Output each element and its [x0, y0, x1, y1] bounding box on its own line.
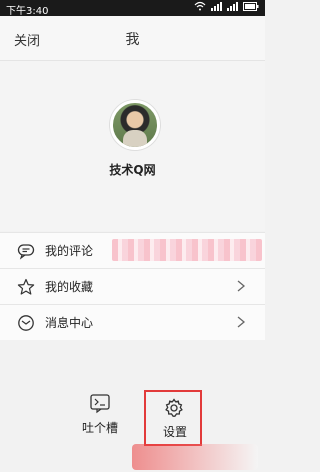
feedback-icon — [90, 394, 110, 414]
redaction-blur — [112, 239, 262, 261]
page-title: 我 — [125, 32, 140, 48]
star-icon — [17, 278, 35, 295]
settings-label: 设置 — [162, 425, 187, 439]
watermark — [132, 444, 258, 470]
signal-icon-2 — [227, 1, 238, 11]
menu-item-comments[interactable]: 我的评论 — [0, 233, 265, 269]
menu-item-label: 我的评论 — [45, 244, 94, 258]
bottom-actions: 吐个槽 设置 — [0, 340, 265, 472]
username: 技术Q网 — [109, 163, 156, 177]
menu-item-label: 我的收藏 — [45, 280, 94, 294]
status-time: 下午3:40 — [6, 6, 49, 17]
wifi-icon — [194, 1, 206, 11]
battery-icon — [243, 1, 259, 11]
feedback-label: 吐个槽 — [81, 421, 118, 435]
chevron-right-icon — [237, 316, 246, 328]
message-icon — [18, 315, 34, 331]
feedback-button[interactable]: 吐个槽 — [72, 392, 128, 436]
menu-item-messages[interactable]: 消息中心 — [0, 305, 265, 341]
menu-list: 我的评论 我的收藏 消息中心 — [0, 232, 265, 341]
profile-section: 技术Q网 — [0, 61, 265, 231]
nav-bar: 关闭 我 — [0, 16, 265, 61]
status-icons — [194, 1, 259, 11]
gear-icon — [165, 398, 183, 417]
status-bar: 下午3:40 — [0, 0, 265, 17]
signal-icon — [211, 1, 222, 11]
comment-icon — [17, 244, 35, 260]
avatar[interactable] — [110, 100, 160, 150]
menu-item-label: 消息中心 — [45, 316, 94, 330]
chevron-right-icon — [237, 280, 246, 292]
menu-item-favorites[interactable]: 我的收藏 — [0, 269, 265, 305]
settings-button[interactable]: 设置 — [144, 390, 202, 446]
